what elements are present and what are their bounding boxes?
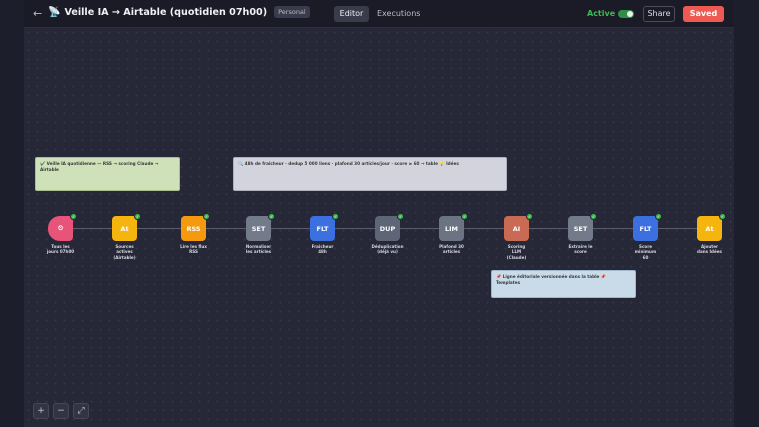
workflow-title-group: 📡 Veille IA → Airtable (quotidien 07h00)… [48, 6, 310, 18]
workflow-node[interactable]: FLT ✓ [633, 213, 662, 241]
node-label: Lire les flux RSS [174, 244, 214, 255]
tab-executions[interactable]: Executions [377, 6, 420, 22]
node-label: Plafond 30 articles [432, 244, 472, 255]
node-label-line: jours 07h00 [46, 249, 75, 255]
node-label: Tous les jours 07h00 [41, 244, 81, 255]
node-icon: AI [512, 224, 521, 233]
node-label: Déduplication (déjà vu) [368, 244, 408, 255]
success-check-icon: ✓ [397, 213, 404, 220]
node-label-line: dans Idées [697, 249, 722, 255]
success-check-icon: ✓ [203, 213, 210, 220]
node-icon: At [120, 224, 129, 233]
node-icon: FLT [639, 224, 652, 233]
success-check-icon: ✓ [134, 213, 141, 220]
workflow-node[interactable]: FLT ✓ [310, 213, 339, 241]
node-label-line: 48h [318, 249, 327, 255]
node-icon: LIM [444, 224, 459, 233]
sticky-note[interactable]: 📌 Ligne éditoriale versionnée dans la ta… [491, 270, 636, 298]
node-label: Scoring LLM (Claude) [497, 244, 537, 260]
node-label-line: (déjà vu) [377, 249, 398, 255]
node-label: Score minimum 60 [626, 244, 666, 260]
share-button[interactable]: Share [643, 6, 675, 22]
success-check-icon: ✓ [655, 213, 662, 220]
node-label: Extraire le score [561, 244, 601, 255]
fit-view-icon[interactable]: ⤢ [73, 403, 89, 419]
tab-editor[interactable]: Editor [334, 6, 369, 22]
success-check-icon: ✓ [70, 213, 77, 220]
node-label: Ajouter dans Idées [690, 244, 730, 255]
workflow-node[interactable]: SET ✓ [568, 213, 597, 241]
saved-button[interactable]: Saved [683, 6, 724, 22]
success-check-icon: ✓ [461, 213, 468, 220]
node-label-line: articles [442, 249, 461, 255]
node-label-line: (Claude) [506, 254, 527, 260]
node-label-line: (Airtable) [113, 254, 136, 260]
node-icon: SET [573, 224, 588, 233]
sticky-note[interactable]: ✔️ Veille IA quotidienne — RSS → scoring… [35, 157, 180, 191]
arrow-left-icon[interactable]: ← [33, 7, 42, 20]
success-check-icon: ✓ [526, 213, 533, 220]
zoom-out-icon[interactable]: − [53, 403, 69, 419]
workflow-node[interactable]: At ✓ [697, 213, 726, 241]
workflow-node[interactable]: AI ✓ [504, 213, 533, 241]
project-badge: Personal [274, 6, 310, 18]
top-bar: ← 📡 Veille IA → Airtable (quotidien 07h0… [24, 0, 734, 28]
node-icon: SET [251, 224, 266, 233]
active-toggle[interactable] [618, 10, 634, 18]
workflow-node[interactable]: LIM ✓ [439, 213, 468, 241]
node-label: Normaliser les articles [239, 244, 279, 255]
node-label-line: les articles [245, 249, 272, 255]
node-icon: FLT [316, 224, 329, 233]
workflow-node[interactable]: DUP ✓ [375, 213, 404, 241]
success-check-icon: ✓ [268, 213, 275, 220]
satellite-antenna-icon: 📡 [48, 6, 61, 18]
sticky-note[interactable]: 🔍 48h de fraîcheur · dedup 5 000 liens ·… [233, 157, 507, 191]
node-label-line: 60 [642, 254, 649, 260]
workflow-node[interactable]: ⏲ ✓ [48, 213, 77, 241]
workflow-node[interactable]: RSS ✓ [181, 213, 210, 241]
node-label-line: score [574, 249, 587, 255]
workflow-node[interactable]: SET ✓ [246, 213, 275, 241]
node-label: Sources actives (Airtable) [105, 244, 145, 260]
node-icon: At [705, 224, 714, 233]
success-check-icon: ✓ [719, 213, 726, 220]
zoom-in-icon[interactable]: + [33, 403, 49, 419]
success-check-icon: ✓ [332, 213, 339, 220]
node-icon: RSS [186, 224, 201, 233]
workflow-node[interactable]: At ✓ [112, 213, 141, 241]
node-label-line: RSS [189, 249, 198, 255]
workflow-title[interactable]: Veille IA → Airtable (quotidien 07h00) [64, 7, 267, 18]
node-icon: ⏲ [57, 224, 64, 232]
node-label: Fraîcheur 48h [303, 244, 343, 255]
success-check-icon: ✓ [590, 213, 597, 220]
node-icon: DUP [379, 224, 396, 233]
active-label: Active [587, 9, 616, 18]
